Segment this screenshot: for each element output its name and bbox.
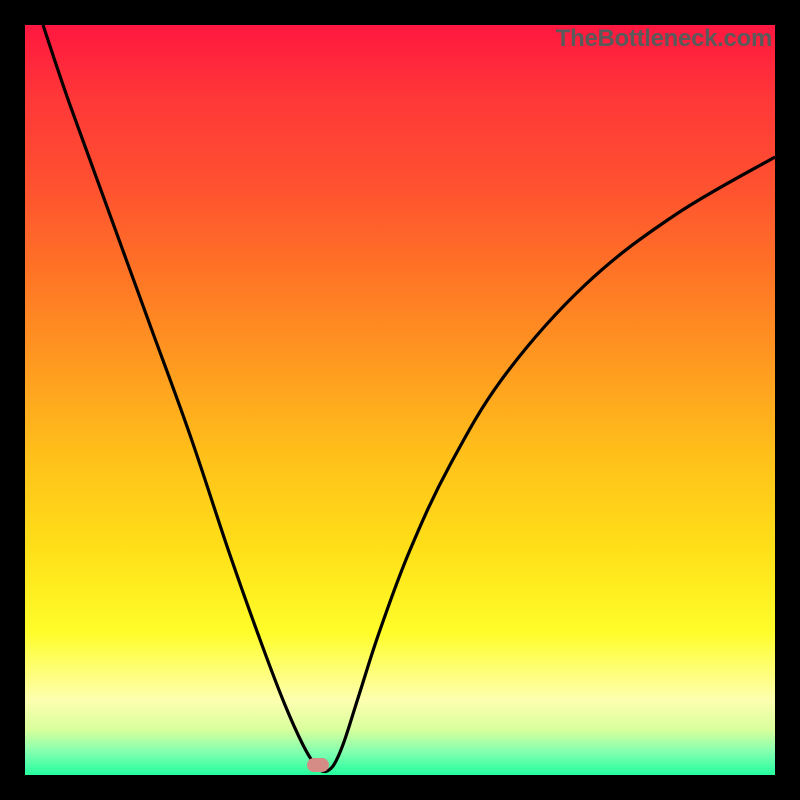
bottleneck-curve — [25, 25, 775, 775]
attribution-text: TheBottleneck.com — [556, 25, 772, 53]
curve-path — [43, 25, 775, 772]
chart-frame: TheBottleneck.com — [0, 0, 800, 800]
optimal-marker — [307, 758, 329, 772]
plot-area: TheBottleneck.com — [25, 25, 775, 775]
